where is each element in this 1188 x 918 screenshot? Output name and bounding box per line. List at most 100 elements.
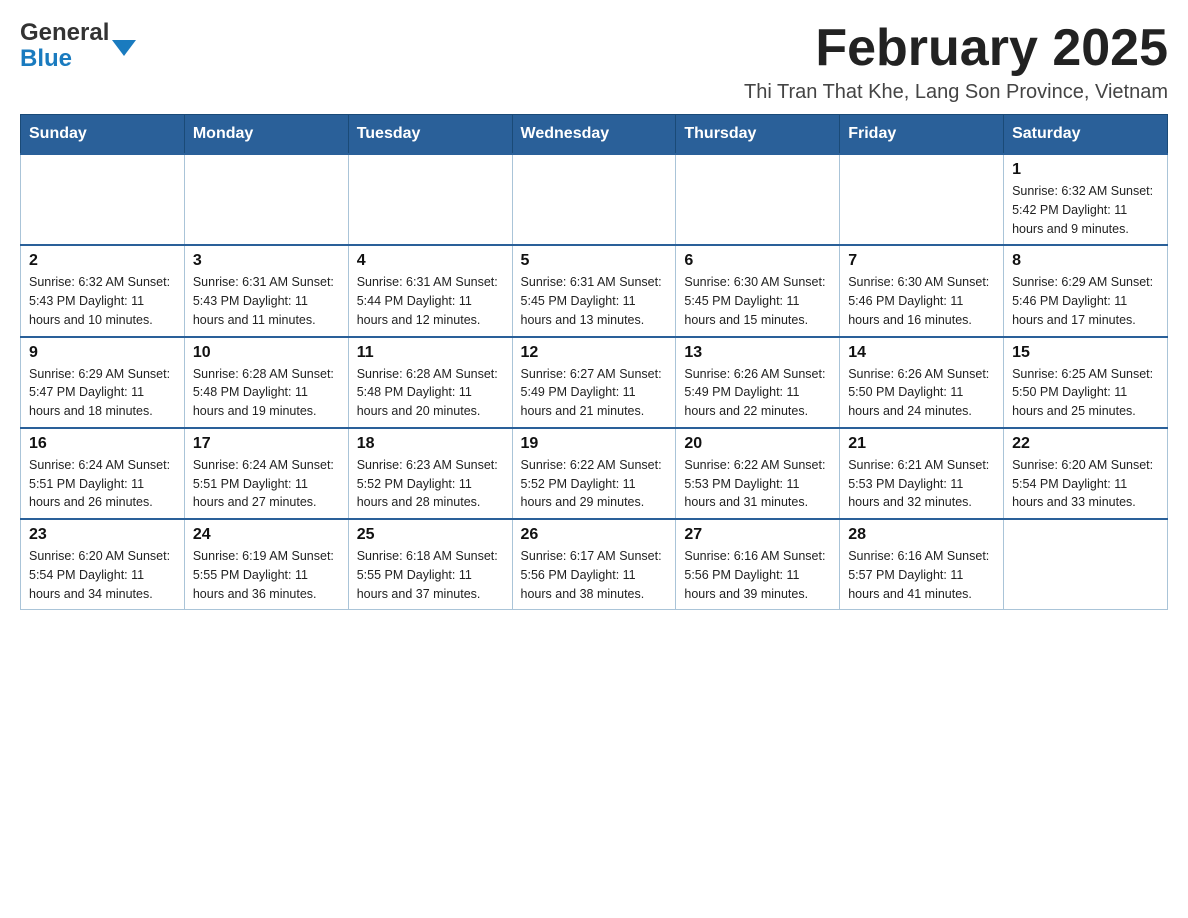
day-info: Sunrise: 6:26 AM Sunset: 5:50 PM Dayligh…	[848, 365, 995, 421]
logo-general: General	[20, 20, 109, 46]
day-number: 13	[684, 344, 831, 362]
day-number: 25	[357, 526, 504, 544]
calendar-cell: 8 Sunrise: 6:29 AM Sunset: 5:46 PM Daylig…	[1004, 245, 1168, 336]
calendar-cell	[1004, 519, 1168, 610]
weekday-header-saturday: Saturday	[1004, 115, 1168, 155]
calendar-cell: 1 Sunrise: 6:32 AM Sunset: 5:42 PM Daylig…	[1004, 154, 1168, 245]
day-number: 6	[684, 252, 831, 270]
calendar-cell: 11 Sunrise: 6:28 AM Sunset: 5:48 PM Dayli…	[348, 337, 512, 428]
day-info: Sunrise: 6:29 AM Sunset: 5:46 PM Dayligh…	[1012, 273, 1159, 329]
day-number: 5	[521, 252, 668, 270]
day-info: Sunrise: 6:25 AM Sunset: 5:50 PM Dayligh…	[1012, 365, 1159, 421]
day-number: 3	[193, 252, 340, 270]
weekday-header-thursday: Thursday	[676, 115, 840, 155]
day-number: 14	[848, 344, 995, 362]
day-number: 28	[848, 526, 995, 544]
calendar-cell: 9 Sunrise: 6:29 AM Sunset: 5:47 PM Daylig…	[21, 337, 185, 428]
day-info: Sunrise: 6:22 AM Sunset: 5:52 PM Dayligh…	[521, 456, 668, 512]
day-info: Sunrise: 6:31 AM Sunset: 5:45 PM Dayligh…	[521, 273, 668, 329]
day-info: Sunrise: 6:32 AM Sunset: 5:43 PM Dayligh…	[29, 273, 176, 329]
calendar-cell: 18 Sunrise: 6:23 AM Sunset: 5:52 PM Dayli…	[348, 428, 512, 519]
calendar-cell: 27Sunrise: 6:16 AM Sunset: 5:56 PM Dayli…	[676, 519, 840, 610]
day-number: 21	[848, 435, 995, 453]
day-info: Sunrise: 6:17 AM Sunset: 5:56 PM Dayligh…	[521, 547, 668, 603]
calendar-week-1: 1 Sunrise: 6:32 AM Sunset: 5:42 PM Daylig…	[21, 154, 1168, 245]
day-info: Sunrise: 6:21 AM Sunset: 5:53 PM Dayligh…	[848, 456, 995, 512]
weekday-header-sunday: Sunday	[21, 115, 185, 155]
day-info: Sunrise: 6:27 AM Sunset: 5:49 PM Dayligh…	[521, 365, 668, 421]
title-block: February 2025 Thi Tran That Khe, Lang So…	[744, 20, 1168, 104]
calendar-cell	[21, 154, 185, 245]
day-number: 12	[521, 344, 668, 362]
day-info: Sunrise: 6:16 AM Sunset: 5:56 PM Dayligh…	[684, 547, 831, 603]
calendar-cell: 6 Sunrise: 6:30 AM Sunset: 5:45 PM Daylig…	[676, 245, 840, 336]
calendar-cell: 16 Sunrise: 6:24 AM Sunset: 5:51 PM Dayli…	[21, 428, 185, 519]
calendar-cell: 13 Sunrise: 6:26 AM Sunset: 5:49 PM Dayli…	[676, 337, 840, 428]
calendar-cell: 17 Sunrise: 6:24 AM Sunset: 5:51 PM Dayli…	[184, 428, 348, 519]
day-number: 18	[357, 435, 504, 453]
day-info: Sunrise: 6:28 AM Sunset: 5:48 PM Dayligh…	[357, 365, 504, 421]
calendar-cell: 3 Sunrise: 6:31 AM Sunset: 5:43 PM Daylig…	[184, 245, 348, 336]
day-number: 23	[29, 526, 176, 544]
day-info: Sunrise: 6:32 AM Sunset: 5:42 PM Dayligh…	[1012, 182, 1159, 238]
calendar-cell: 19 Sunrise: 6:22 AM Sunset: 5:52 PM Dayli…	[512, 428, 676, 519]
day-number: 26	[521, 526, 668, 544]
calendar-cell: 24 Sunrise: 6:19 AM Sunset: 5:55 PM Dayli…	[184, 519, 348, 610]
day-info: Sunrise: 6:29 AM Sunset: 5:47 PM Dayligh…	[29, 365, 176, 421]
calendar-cell: 21 Sunrise: 6:21 AM Sunset: 5:53 PM Dayli…	[840, 428, 1004, 519]
calendar-cell: 25 Sunrise: 6:18 AM Sunset: 5:55 PM Dayli…	[348, 519, 512, 610]
day-info: Sunrise: 6:30 AM Sunset: 5:45 PM Dayligh…	[684, 273, 831, 329]
logo: General Blue	[20, 20, 136, 73]
weekday-header-monday: Monday	[184, 115, 348, 155]
day-number: 8	[1012, 252, 1159, 270]
location-subtitle: Thi Tran That Khe, Lang Son Province, Vi…	[744, 81, 1168, 104]
day-info: Sunrise: 6:31 AM Sunset: 5:44 PM Dayligh…	[357, 273, 504, 329]
weekday-header-tuesday: Tuesday	[348, 115, 512, 155]
calendar-cell: 28 Sunrise: 6:16 AM Sunset: 5:57 PM Dayli…	[840, 519, 1004, 610]
day-info: Sunrise: 6:18 AM Sunset: 5:55 PM Dayligh…	[357, 547, 504, 603]
calendar-cell	[348, 154, 512, 245]
calendar-cell: 2Sunrise: 6:32 AM Sunset: 5:43 PM Daylig…	[21, 245, 185, 336]
day-info: Sunrise: 6:23 AM Sunset: 5:52 PM Dayligh…	[357, 456, 504, 512]
day-number: 24	[193, 526, 340, 544]
calendar-cell: 12 Sunrise: 6:27 AM Sunset: 5:49 PM Dayli…	[512, 337, 676, 428]
day-info: Sunrise: 6:19 AM Sunset: 5:55 PM Dayligh…	[193, 547, 340, 603]
day-number: 19	[521, 435, 668, 453]
calendar-table: SundayMondayTuesdayWednesdayThursdayFrid…	[20, 114, 1168, 610]
calendar-cell: 7 Sunrise: 6:30 AM Sunset: 5:46 PM Daylig…	[840, 245, 1004, 336]
day-number: 11	[357, 344, 504, 362]
calendar-week-3: 9 Sunrise: 6:29 AM Sunset: 5:47 PM Daylig…	[21, 337, 1168, 428]
day-info: Sunrise: 6:30 AM Sunset: 5:46 PM Dayligh…	[848, 273, 995, 329]
calendar-cell: 10Sunrise: 6:28 AM Sunset: 5:48 PM Dayli…	[184, 337, 348, 428]
day-number: 1	[1012, 161, 1159, 179]
calendar-cell	[512, 154, 676, 245]
day-info: Sunrise: 6:16 AM Sunset: 5:57 PM Dayligh…	[848, 547, 995, 603]
day-number: 16	[29, 435, 176, 453]
day-info: Sunrise: 6:24 AM Sunset: 5:51 PM Dayligh…	[29, 456, 176, 512]
calendar-title: February 2025	[744, 20, 1168, 77]
logo-triangle-icon	[112, 40, 136, 56]
day-number: 9	[29, 344, 176, 362]
day-info: Sunrise: 6:26 AM Sunset: 5:49 PM Dayligh…	[684, 365, 831, 421]
calendar-cell	[184, 154, 348, 245]
calendar-cell	[676, 154, 840, 245]
day-number: 7	[848, 252, 995, 270]
calendar-cell: 4 Sunrise: 6:31 AM Sunset: 5:44 PM Daylig…	[348, 245, 512, 336]
calendar-cell: 15 Sunrise: 6:25 AM Sunset: 5:50 PM Dayli…	[1004, 337, 1168, 428]
day-info: Sunrise: 6:24 AM Sunset: 5:51 PM Dayligh…	[193, 456, 340, 512]
day-info: Sunrise: 6:28 AM Sunset: 5:48 PM Dayligh…	[193, 365, 340, 421]
day-number: 15	[1012, 344, 1159, 362]
weekday-header-friday: Friday	[840, 115, 1004, 155]
weekday-header-row: SundayMondayTuesdayWednesdayThursdayFrid…	[21, 115, 1168, 155]
day-number: 4	[357, 252, 504, 270]
day-info: Sunrise: 6:31 AM Sunset: 5:43 PM Dayligh…	[193, 273, 340, 329]
calendar-cell: 20Sunrise: 6:22 AM Sunset: 5:53 PM Dayli…	[676, 428, 840, 519]
day-number: 20	[684, 435, 831, 453]
day-info: Sunrise: 6:20 AM Sunset: 5:54 PM Dayligh…	[1012, 456, 1159, 512]
logo-blue: Blue	[20, 46, 109, 72]
page-header: General Blue February 2025 Thi Tran That…	[20, 20, 1168, 104]
weekday-header-wednesday: Wednesday	[512, 115, 676, 155]
calendar-cell: 5 Sunrise: 6:31 AM Sunset: 5:45 PM Daylig…	[512, 245, 676, 336]
calendar-cell: 14 Sunrise: 6:26 AM Sunset: 5:50 PM Dayli…	[840, 337, 1004, 428]
day-number: 17	[193, 435, 340, 453]
